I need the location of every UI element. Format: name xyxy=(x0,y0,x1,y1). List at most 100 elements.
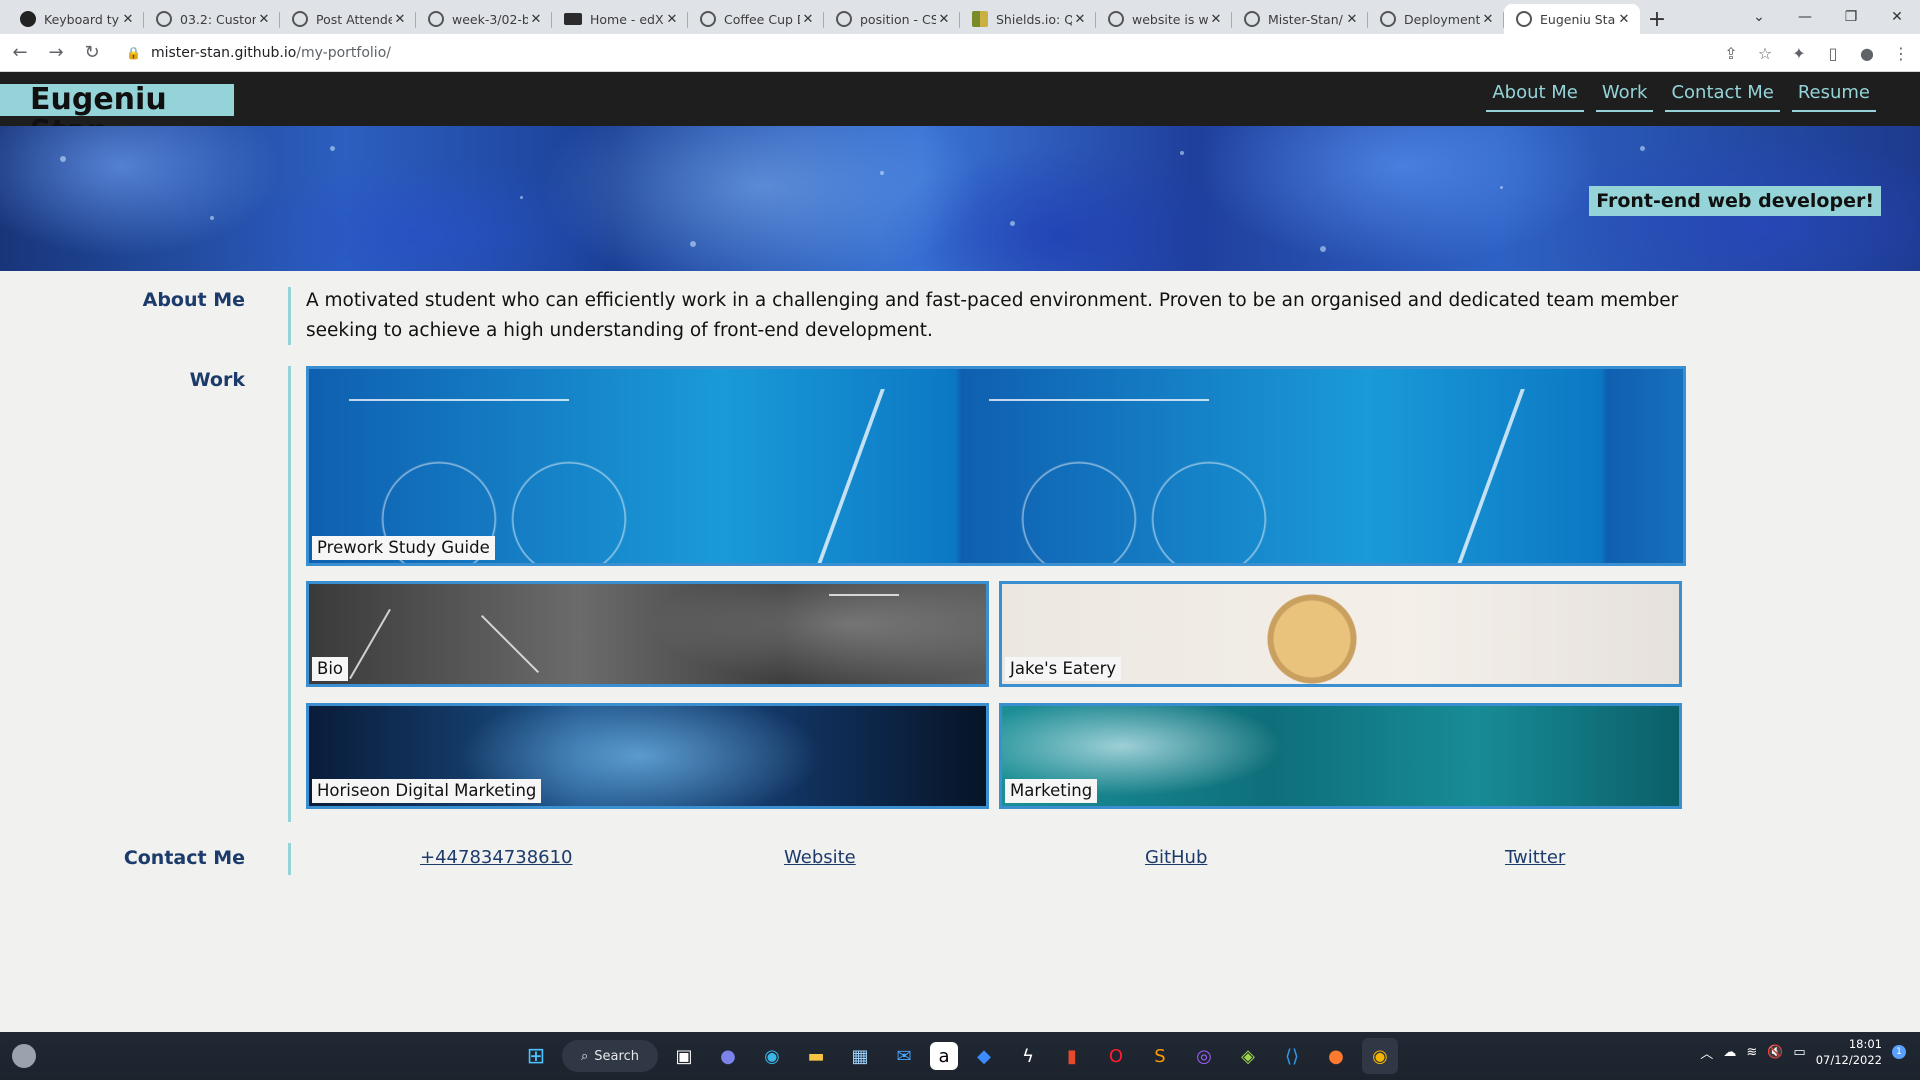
project-card-prework-study-guide[interactable]: Prework Study Guide xyxy=(306,366,1686,566)
back-arrow-icon[interactable]: ← xyxy=(4,37,36,69)
close-window-icon[interactable]: ✕ xyxy=(1874,9,1920,25)
browser-tab[interactable]: Keyboard typ ✕ xyxy=(8,4,144,34)
browser-tab[interactable]: Shields.io: Qu✕ xyxy=(960,4,1096,34)
project-label[interactable]: Jake's Eatery xyxy=(1005,657,1122,681)
microsoft-store-icon[interactable]: ▦ xyxy=(842,1038,878,1074)
site-nav: About Me Work Contact Me Resume xyxy=(1486,80,1876,112)
reload-icon[interactable]: ↻ xyxy=(76,37,108,69)
close-tab-icon[interactable]: ✕ xyxy=(936,12,952,27)
show-hidden-icons-chevron-icon[interactable]: ︿ xyxy=(1700,1043,1713,1062)
side-panel-icon[interactable]: ▯ xyxy=(1822,37,1844,69)
minimize-icon[interactable]: — xyxy=(1782,9,1828,25)
project-label[interactable]: Horiseon Digital Marketing xyxy=(312,779,542,803)
search-icon: ⌕ xyxy=(581,1048,589,1064)
geometry-line-decoration xyxy=(349,608,391,680)
close-tab-icon[interactable]: ✕ xyxy=(392,12,408,27)
restore-icon[interactable]: ❐ xyxy=(1828,9,1874,25)
weather-widget-icon[interactable] xyxy=(12,1044,36,1068)
close-tab-icon[interactable]: ✕ xyxy=(256,12,272,27)
close-tab-icon[interactable]: ✕ xyxy=(528,12,544,27)
vscode-icon[interactable]: ⟨⟩ xyxy=(1274,1038,1310,1074)
nav-link-work[interactable]: Work xyxy=(1595,80,1654,112)
close-tab-icon[interactable]: ✕ xyxy=(800,12,816,27)
contact-link-github[interactable]: GitHub xyxy=(1145,847,1207,868)
system-clock[interactable]: 18:01 07/12/2022 xyxy=(1816,1036,1882,1068)
contact-divider xyxy=(288,843,291,875)
project-card-bio[interactable]: Bio xyxy=(306,581,989,687)
browser-tab-active[interactable]: Eugeniu Stan ✕ xyxy=(1504,4,1640,34)
contact-link-website[interactable]: Website xyxy=(784,847,856,868)
terminal-icon[interactable]: ϟ xyxy=(1010,1038,1046,1074)
bookmark-star-icon[interactable]: ☆ xyxy=(1754,37,1776,69)
windows-start-icon[interactable]: ⊞ xyxy=(518,1038,554,1074)
globe-icon xyxy=(836,11,852,27)
project-card-jakes-eatery[interactable]: Jake's Eatery xyxy=(999,581,1682,687)
browser-tab[interactable]: Home - edX C✕ xyxy=(552,4,688,34)
file-explorer-icon[interactable]: ▬ xyxy=(798,1038,834,1074)
work-heading: Work xyxy=(189,369,245,391)
browser-toolbar: ← → ↻ 🔒 mister-stan.github.io/my-portfol… xyxy=(0,34,1920,72)
contact-link-twitter[interactable]: Twitter xyxy=(1505,847,1565,868)
close-tab-icon[interactable]: ✕ xyxy=(1072,12,1088,27)
dropbox-icon[interactable]: ◆ xyxy=(966,1038,1002,1074)
nav-link-resume[interactable]: Resume xyxy=(1791,80,1876,112)
battery-icon[interactable]: ▭ xyxy=(1793,1045,1805,1060)
project-card-horiseon[interactable]: Horiseon Digital Marketing xyxy=(306,703,989,809)
mail-icon[interactable]: ✉ xyxy=(886,1038,922,1074)
browser-tab[interactable]: website is wo ✕ xyxy=(1096,4,1232,34)
work-divider xyxy=(288,366,291,822)
more-menu-icon[interactable]: ⋮ xyxy=(1890,37,1912,69)
browser-tab[interactable]: position - CSS✕ xyxy=(824,4,960,34)
taskbar-search-button[interactable]: ⌕ Search xyxy=(562,1040,658,1072)
project-label[interactable]: Prework Study Guide xyxy=(312,536,495,560)
close-tab-icon[interactable]: ✕ xyxy=(1480,12,1496,27)
close-tab-icon[interactable]: ✕ xyxy=(1616,12,1632,27)
hero-tagline: Front-end web developer! xyxy=(1589,186,1881,216)
formula-line-decoration xyxy=(989,399,1209,401)
close-tab-icon[interactable]: ✕ xyxy=(1208,12,1224,27)
sublime-text-icon[interactable]: S xyxy=(1142,1038,1178,1074)
contact-link-phone[interactable]: +447834738610 xyxy=(420,847,573,868)
browser-tab[interactable]: Mister-Stan/n ✕ xyxy=(1232,4,1368,34)
firefox-icon[interactable]: ● xyxy=(1318,1038,1354,1074)
contact-heading: Contact Me xyxy=(123,847,245,869)
project-label[interactable]: Bio xyxy=(312,657,348,681)
close-tab-icon[interactable]: ✕ xyxy=(120,12,136,27)
nav-link-contact-me[interactable]: Contact Me xyxy=(1665,80,1780,112)
lock-icon[interactable]: 🔒 xyxy=(126,46,141,60)
git-icon[interactable]: ◈ xyxy=(1230,1038,1266,1074)
globe-icon xyxy=(700,11,716,27)
extensions-puzzle-icon[interactable]: ✦ xyxy=(1788,37,1810,69)
opera-icon[interactable]: O xyxy=(1098,1038,1134,1074)
close-tab-icon[interactable]: ✕ xyxy=(664,12,680,27)
browser-tab[interactable]: 03.2: Customi✕ xyxy=(144,4,280,34)
share-icon[interactable]: ⇪ xyxy=(1720,37,1742,69)
clock-time: 18:01 xyxy=(1848,1037,1882,1051)
close-tab-icon[interactable]: ✕ xyxy=(1344,12,1360,27)
nav-link-about-me[interactable]: About Me xyxy=(1486,80,1584,112)
amazon-icon[interactable]: a xyxy=(930,1042,958,1070)
profile-avatar-icon[interactable]: ● xyxy=(1856,37,1878,69)
browser-tab[interactable]: Deployments ✕ xyxy=(1368,4,1504,34)
teams-chat-icon[interactable]: ● xyxy=(710,1038,746,1074)
project-card-marketing[interactable]: Marketing xyxy=(999,703,1682,809)
notification-badge[interactable]: 1 xyxy=(1892,1045,1906,1059)
tab-search-icon[interactable]: ⌄ xyxy=(1736,9,1782,25)
office-icon[interactable]: ▮ xyxy=(1054,1038,1090,1074)
address-bar[interactable]: 🔒 mister-stan.github.io/my-portfolio/ xyxy=(120,38,1680,68)
edge-icon[interactable]: ◉ xyxy=(754,1038,790,1074)
messenger-icon[interactable]: ◎ xyxy=(1186,1038,1222,1074)
wifi-icon[interactable]: ≋ xyxy=(1746,1045,1757,1060)
task-view-icon[interactable]: ▣ xyxy=(666,1038,702,1074)
chrome-icon[interactable]: ◉ xyxy=(1362,1038,1398,1074)
new-tab-button[interactable]: + xyxy=(1640,4,1674,34)
browser-tab[interactable]: Post Attendee✕ xyxy=(280,4,416,34)
geometry-line-decoration xyxy=(829,594,899,596)
forward-arrow-icon[interactable]: → xyxy=(40,37,72,69)
browser-tab[interactable]: week-3/02-b ✕ xyxy=(416,4,552,34)
volume-muted-icon[interactable]: 🔇 xyxy=(1767,1045,1783,1060)
onedrive-cloud-icon[interactable]: ☁ xyxy=(1723,1045,1736,1060)
globe-icon xyxy=(1516,11,1532,27)
browser-tab[interactable]: Coffee Cup D ✕ xyxy=(688,4,824,34)
project-label[interactable]: Marketing xyxy=(1005,779,1098,803)
